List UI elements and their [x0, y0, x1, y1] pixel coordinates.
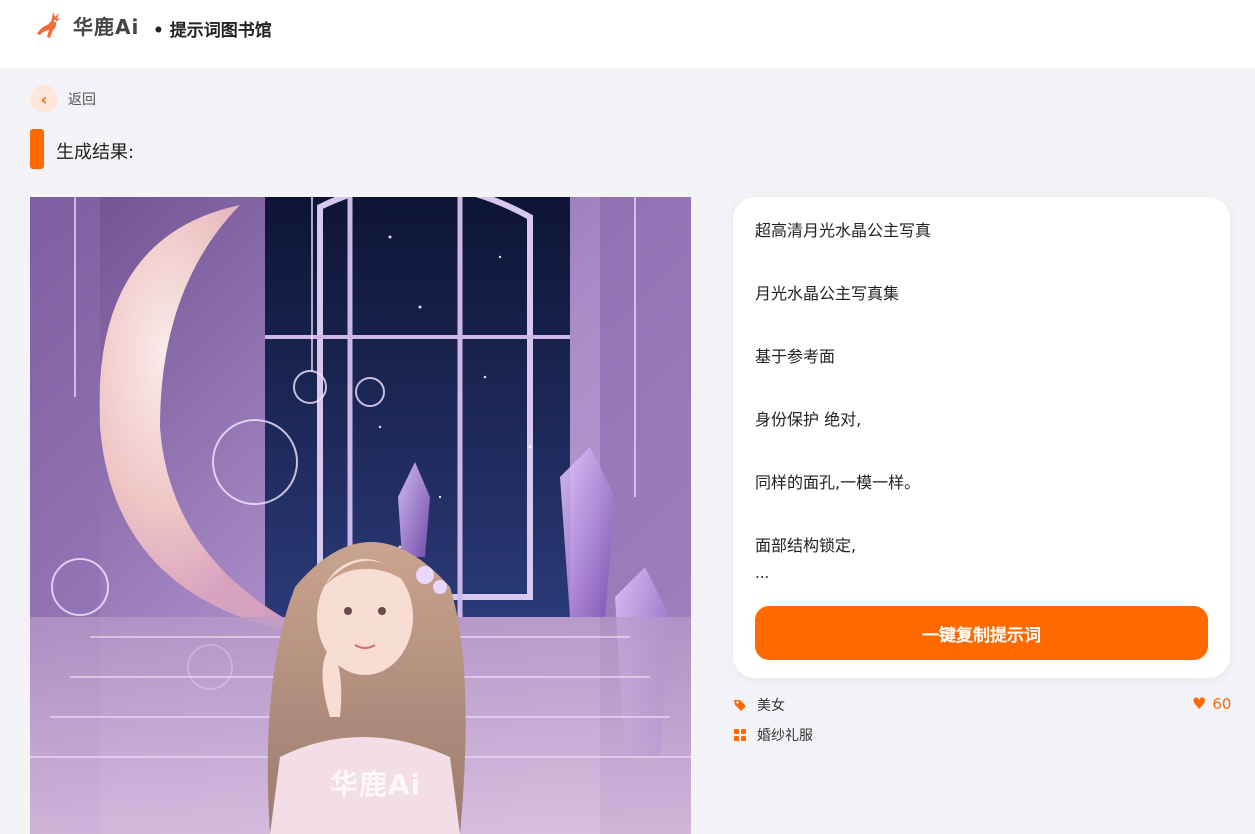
tag-icon [734, 700, 746, 711]
likes-count: 60 [1212, 694, 1232, 713]
top-bar: 华鹿Ai • 提示词图书馆 [0, 0, 1255, 68]
like-button[interactable]: ♥ 60 [1192, 694, 1231, 713]
section-accent-bar [30, 129, 44, 169]
watermark: 华鹿Ai [330, 768, 422, 801]
category-label: 美女 [757, 698, 785, 714]
prompt-line: 身份保护 绝对, [755, 410, 862, 429]
prompt-text: 超高清月光水晶公主写真 月光水晶公主写真集 基于参考面 身份保护 绝对, 同样的… [755, 219, 1205, 597]
grid-icon [734, 729, 746, 741]
section-title: 生成结果: [56, 142, 135, 163]
prompt-line: 基于参考面 [755, 347, 836, 366]
subcategory-tag[interactable]: 婚纱礼服 [733, 725, 813, 745]
page-title: • 提示词图书馆 [153, 21, 272, 41]
subcategory-label: 婚纱礼服 [757, 728, 813, 744]
chevron-left-icon: ‹ [30, 85, 58, 113]
logo-text: 华鹿Ai [73, 14, 140, 39]
prompt-line: 月光水晶公主写真集 [755, 284, 900, 303]
generated-image[interactable]: 华鹿Ai [30, 197, 691, 834]
deer-logo-icon [37, 12, 61, 38]
category-tag[interactable]: 美女 [733, 695, 785, 715]
heart-icon: ♥ [1192, 694, 1207, 713]
logo[interactable]: 华鹿Ai [33, 8, 139, 42]
copy-prompt-button[interactable]: 一键复制提示词 [755, 606, 1208, 660]
prompt-line: 超高清月光水晶公主写真 [755, 221, 932, 240]
prompt-line: 同样的面孔,一模一样。 [755, 473, 921, 492]
prompt-line: 面部结构锁定, [755, 536, 857, 555]
prompt-ellipsis: ... [755, 564, 770, 582]
prompt-card: 超高清月光水晶公主写真 月光水晶公主写真集 基于参考面 身份保护 绝对, 同样的… [733, 197, 1230, 678]
back-button[interactable]: ‹ 返回 [30, 85, 96, 113]
generated-image-art [30, 197, 691, 834]
back-label: 返回 [68, 92, 96, 108]
